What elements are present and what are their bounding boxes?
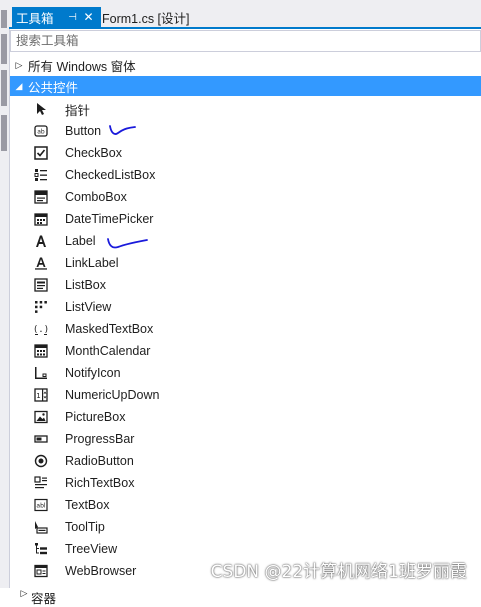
item-label: TextBox xyxy=(65,498,110,512)
group-common-controls[interactable]: ◢ 公共控件 xyxy=(10,76,481,96)
pin-icon[interactable]: ⊣ xyxy=(66,12,80,23)
item-label: 指针 xyxy=(65,103,91,118)
richtextbox-icon xyxy=(34,476,48,490)
textbox-icon: abl xyxy=(34,498,48,512)
radiobutton-icon xyxy=(34,454,48,468)
item-label: MaskedTextBox xyxy=(65,322,154,336)
tab-bar: 工具箱 ⊣ ✕ Form1.cs [设计] xyxy=(9,0,481,27)
strip-tab-3[interactable] xyxy=(1,70,7,106)
listview-icon xyxy=(34,300,48,314)
item-label: PictureBox xyxy=(65,410,126,424)
item-label: LinkLabel xyxy=(65,256,119,270)
label-icon xyxy=(34,234,48,248)
strip-tab-2[interactable] xyxy=(1,34,7,64)
tab-toolbox[interactable]: 工具箱 ⊣ ✕ xyxy=(12,7,101,27)
toolbox-item-maskedtextbox[interactable]: (.) MaskedTextBox xyxy=(10,318,481,340)
toolbox-item-notifyicon[interactable]: NotifyIcon xyxy=(10,362,481,384)
tab-toolbox-title: 工具箱 xyxy=(16,11,54,26)
toolbox-item-numericupdown[interactable]: 1 NumericUpDown xyxy=(10,384,481,406)
tab-underline xyxy=(9,27,481,29)
expand-arrow-icon[interactable]: ▷ xyxy=(17,587,31,601)
handwritten-annotation xyxy=(107,238,148,249)
svg-text:1: 1 xyxy=(36,392,40,400)
picturebox-icon xyxy=(34,410,48,424)
item-label: NumericUpDown xyxy=(65,388,160,402)
toolbox-item-picturebox[interactable]: PictureBox xyxy=(10,406,481,428)
checkbox-icon xyxy=(34,146,48,160)
item-label: Button xyxy=(65,124,102,138)
toolbox-item-tooltip[interactable]: ToolTip xyxy=(10,516,481,538)
toolbox-item-listview[interactable]: ListView xyxy=(10,296,481,318)
item-label: ListBox xyxy=(65,278,106,292)
tab-form1-design[interactable]: Form1.cs [设计] xyxy=(102,7,190,27)
close-icon[interactable]: ✕ xyxy=(82,10,96,24)
item-label: ToolTip xyxy=(65,520,105,534)
toolbox-item-checkedlistbox[interactable]: CheckedListBox xyxy=(10,164,481,186)
item-label: Label xyxy=(65,234,96,248)
toolbox-item-radiobutton[interactable]: RadioButton xyxy=(10,450,481,472)
item-label: CheckedListBox xyxy=(65,168,156,182)
datetimepicker-icon xyxy=(34,212,48,226)
handwritten-annotation xyxy=(109,125,136,135)
notifyicon-icon xyxy=(34,366,48,380)
toolbox-item-textbox[interactable]: abl TextBox xyxy=(10,494,481,516)
item-label: ComboBox xyxy=(65,190,127,204)
toolbox-item-combobox[interactable]: ComboBox xyxy=(10,186,481,208)
numericupdown-icon: 1 xyxy=(34,388,48,402)
item-label: MonthCalendar xyxy=(65,344,151,358)
group-label: 公共控件 xyxy=(28,80,79,95)
button-icon: ab xyxy=(34,124,48,138)
maskedtextbox-icon: (.) xyxy=(34,322,48,336)
expand-arrow-icon[interactable]: ▷ xyxy=(10,60,28,71)
watermark: CSDN @22计算机网络1班罗丽霞 xyxy=(210,562,467,582)
toolbox-item-checkbox[interactable]: CheckBox xyxy=(10,142,481,164)
checkedlistbox-icon xyxy=(34,168,48,182)
item-label: CheckBox xyxy=(65,146,122,160)
tab-form1-design-title: Form1.cs [设计] xyxy=(102,11,190,26)
toolbox-item-progressbar[interactable]: ProgressBar xyxy=(10,428,481,450)
item-label: ListView xyxy=(65,300,112,314)
item-label: TreeView xyxy=(65,542,118,556)
linklabel-icon xyxy=(34,256,48,270)
svg-text:ab: ab xyxy=(37,129,45,136)
pointer-icon xyxy=(34,102,48,116)
toolbox-item-listbox[interactable]: ListBox xyxy=(10,274,481,296)
toolbox-item-monthcalendar[interactable]: MonthCalendar xyxy=(10,340,481,362)
toolbox-item-linklabel[interactable]: LinkLabel xyxy=(10,252,481,274)
toolbox-item-datetimepicker[interactable]: DateTimePicker xyxy=(10,208,481,230)
item-label: DateTimePicker xyxy=(65,212,154,226)
combobox-icon xyxy=(34,190,48,204)
svg-text:(.): (.) xyxy=(34,325,48,335)
webbrowser-icon xyxy=(34,564,48,578)
tooltip-icon xyxy=(34,520,48,534)
toolbox-search xyxy=(10,30,481,52)
item-label: ProgressBar xyxy=(65,432,135,446)
group-label: 所有 Windows 窗体 xyxy=(28,59,136,74)
item-label: WebBrowser xyxy=(65,564,137,578)
toolbox-item-button[interactable]: ab Button xyxy=(10,120,481,142)
treeview-icon xyxy=(34,542,48,556)
toolbox-item-pointer[interactable]: 指针 xyxy=(10,98,481,120)
monthcalendar-icon xyxy=(34,344,48,358)
listbox-icon xyxy=(34,278,48,292)
toolbox-item-richtextbox[interactable]: RichTextBox xyxy=(10,472,481,494)
group-all-windows-forms[interactable]: ▷ 所有 Windows 窗体 xyxy=(10,55,481,75)
progressbar-icon xyxy=(34,432,48,446)
collapse-arrow-icon[interactable]: ◢ xyxy=(10,81,28,92)
item-label: RadioButton xyxy=(65,454,134,468)
search-input[interactable] xyxy=(11,31,480,51)
group-label: 容器 xyxy=(31,592,57,606)
svg-text:abl: abl xyxy=(36,503,45,510)
left-tool-strip[interactable] xyxy=(0,0,10,588)
toolbox-item-label[interactable]: Label xyxy=(10,230,481,252)
toolbox-item-list: 指针 ab Button CheckBox CheckedListBox Com… xyxy=(10,98,481,606)
group-containers-partial[interactable]: ▷ 容器 xyxy=(10,582,481,606)
strip-tab-4[interactable] xyxy=(1,115,7,151)
item-label: NotifyIcon xyxy=(65,366,121,380)
item-label: RichTextBox xyxy=(65,476,135,490)
strip-tab-1[interactable] xyxy=(1,10,7,28)
